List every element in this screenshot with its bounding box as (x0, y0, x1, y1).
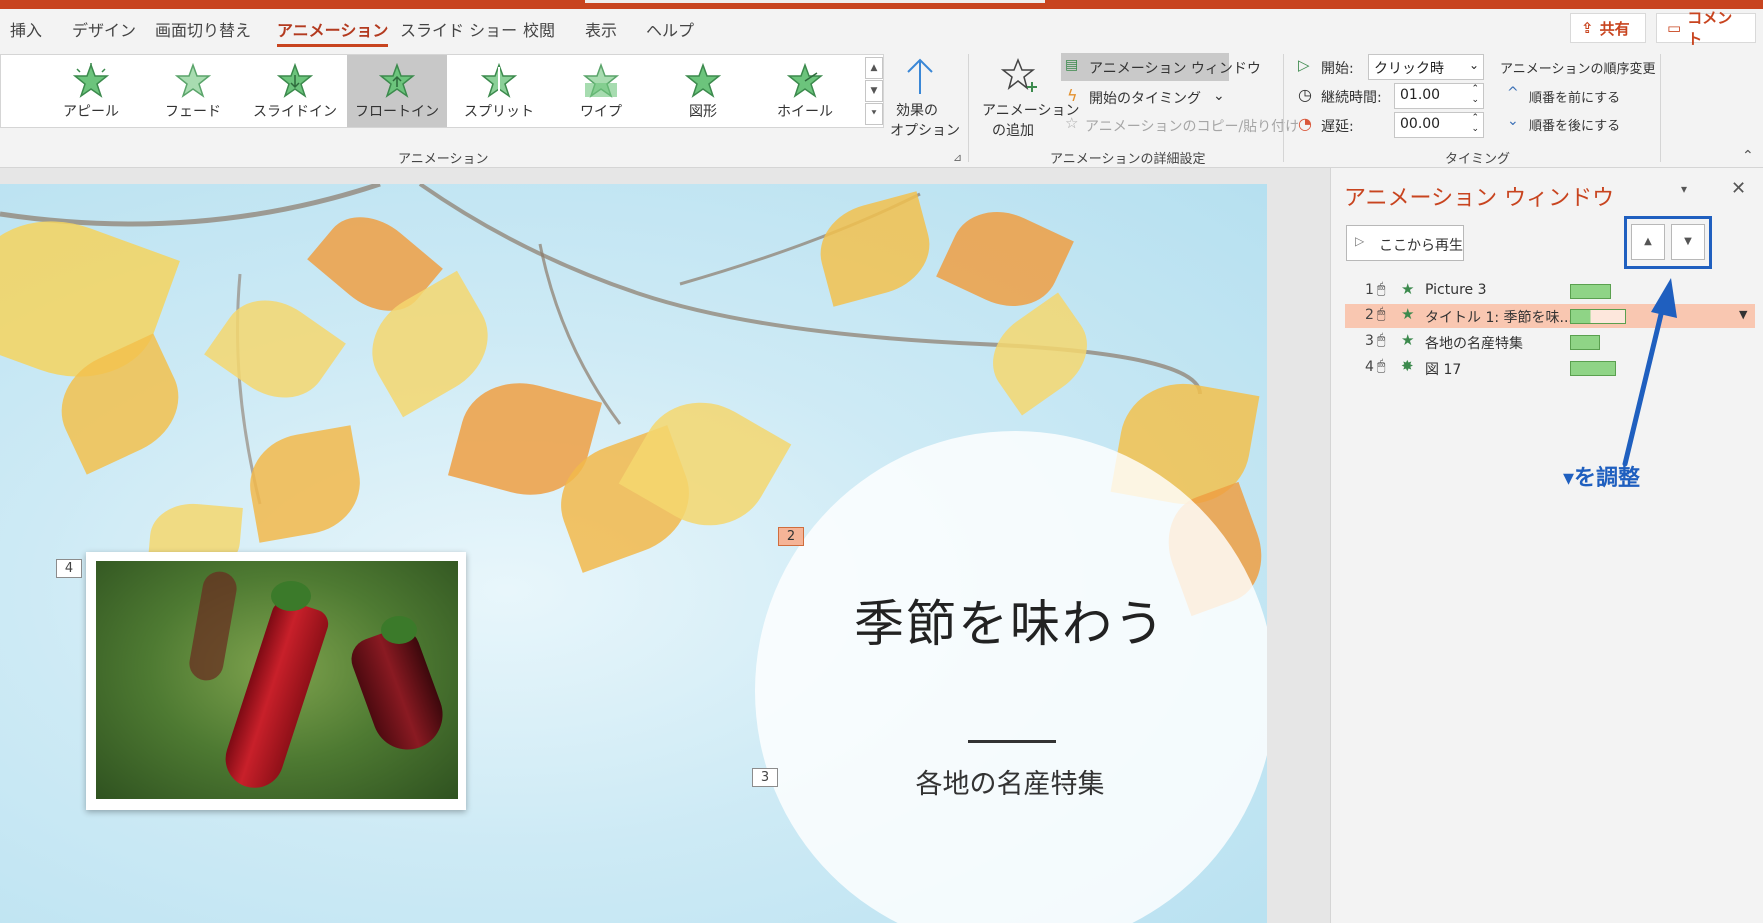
float-in-star-icon (379, 63, 415, 98)
effect-shape[interactable]: 図形 (653, 55, 753, 127)
play-triangle-icon: ▷ (1298, 56, 1310, 74)
delay-clock-icon: ◔ (1298, 114, 1312, 133)
wipe-star-icon (583, 63, 619, 98)
gallery-scroll-up-button[interactable]: ▲ (865, 57, 883, 79)
effect-fade[interactable]: フェード (143, 55, 243, 127)
tab-design[interactable]: デザイン (72, 17, 136, 41)
entrance-star-icon: ★ (1401, 280, 1415, 298)
annotation-label: ▾を調整 (1563, 466, 1641, 491)
annotation-arrow (1622, 278, 1677, 467)
wheel-star-icon (787, 63, 823, 98)
animation-group-label: アニメーション (398, 152, 489, 167)
mouse-icon: 🖱 (1377, 332, 1386, 348)
window-title-strip (0, 0, 1763, 9)
play-from-button[interactable]: ▷ ここから再生 (1346, 225, 1464, 261)
appear-star-icon (73, 63, 109, 98)
tab-help[interactable]: ヘルプ (646, 17, 694, 41)
add-star-icon (1000, 57, 1037, 92)
comment-button[interactable]: ▭ コメント (1656, 9, 1756, 48)
up-arrow-icon (907, 58, 933, 94)
tab-transitions[interactable]: 画面切り替え (155, 17, 251, 41)
animation-pane-button[interactable]: ▤ アニメーション ウィンドウ (1061, 53, 1261, 81)
tab-slideshow[interactable]: スライド ショー (400, 17, 517, 41)
split-star-icon (481, 63, 517, 98)
tab-review[interactable]: 校閲 (523, 17, 555, 41)
ribbon: アピール フェード スライドイン フロートイン スプリット ワイプ 図形 ホイー… (0, 50, 1763, 168)
play-icon: ▷ (1355, 234, 1365, 248)
duration-stepper[interactable]: 01.00 ⌃ ⌄ (1394, 83, 1484, 109)
share-icon: ⇪ (1581, 19, 1594, 37)
gallery-scroll-down-button[interactable]: ▼ (865, 80, 883, 102)
effect-wheel[interactable]: ホイール (755, 55, 855, 127)
move-up-button[interactable]: ▲ (1631, 224, 1665, 260)
animation-tag-subtitle[interactable]: 3 (752, 768, 778, 787)
delay-stepper[interactable]: 00.00 ⌃ ⌄ (1394, 112, 1484, 138)
animation-gallery: アピール フェード スライドイン フロートイン スプリット ワイプ 図形 ホイー… (0, 54, 884, 128)
item-dropdown-icon[interactable]: ▼ (1739, 308, 1747, 321)
lightning-icon: ϟ (1067, 86, 1078, 105)
clock-icon: ◷ (1298, 85, 1312, 104)
mouse-icon: 🖱 (1377, 358, 1386, 374)
pane-options-icon[interactable]: ▾ (1681, 182, 1687, 196)
pepper-photo (96, 561, 458, 799)
triangle-up-icon: ▲ (1644, 236, 1652, 247)
animation-tag-picture[interactable]: 4 (56, 559, 82, 578)
reorder-label: アニメーションの順序変更 (1500, 62, 1656, 77)
move-down-button[interactable]: ▼ (1671, 224, 1705, 260)
move-earlier-button[interactable]: ^ 順番を前にする (1505, 85, 1645, 107)
effect-wipe[interactable]: ワイプ (551, 55, 651, 127)
advanced-group-label: アニメーションの詳細設定 (1050, 152, 1206, 167)
trigger-button[interactable]: ϟ 開始のタイミング ⌄ (1061, 85, 1229, 109)
slide-canvas[interactable]: 季節を味わう 各地の名産特集 2 3 4 (0, 184, 1267, 923)
start-select[interactable]: クリック時 ⌄ (1368, 54, 1484, 80)
fly-in-star-icon (277, 63, 313, 98)
timing-group-label: タイミング (1445, 152, 1511, 167)
ribbon-tab-bar: 挿入 デザイン 画面切り替え アニメーション スライド ショー 校閲 表示 ヘル… (0, 9, 1763, 50)
mouse-icon: 🖱 (1377, 281, 1386, 297)
collapse-ribbon-icon[interactable]: ⌃ (1742, 148, 1754, 164)
animation-tag-title[interactable]: 2 (778, 527, 804, 546)
chevron-up-icon: ^ (1507, 85, 1519, 101)
effect-appear[interactable]: アピール (41, 55, 141, 127)
move-later-button[interactable]: ⌄ 順番を後にする (1505, 113, 1645, 135)
shape-star-icon (685, 63, 721, 98)
pepper-picture[interactable] (86, 552, 466, 810)
spinner-icon[interactable]: ⌃ ⌄ (1471, 84, 1479, 106)
tab-view[interactable]: 表示 (585, 17, 617, 41)
fade-star-icon (175, 63, 211, 98)
tab-animations[interactable]: アニメーション (277, 17, 389, 47)
title-circle-shape (755, 431, 1267, 923)
slide-editing-area: 季節を味わう 各地の名産特集 2 3 4 (0, 168, 1330, 923)
animation-pane: アニメーション ウィンドウ ▾ ✕ ▷ ここから再生 ▲ ▼ 1 🖱 ★ Pic… (1330, 168, 1763, 923)
appear-star-icon: ✸ (1401, 357, 1414, 375)
animation-pane-icon: ▤ (1065, 57, 1079, 73)
painter-star-icon: ☆ (1065, 114, 1079, 132)
entrance-star-icon: ★ (1401, 305, 1415, 323)
pane-title: アニメーション ウィンドウ (1344, 186, 1615, 211)
slide-subtitle[interactable]: 各地の名産特集 (880, 762, 1140, 801)
slide-title[interactable]: 季節を味わう (780, 584, 1240, 656)
effect-options-button[interactable]: 効果の オプション (890, 54, 960, 144)
dialog-launcher-icon[interactable]: ⊿ (953, 151, 962, 164)
tab-insert[interactable]: 挿入 (10, 17, 42, 41)
spinner-icon[interactable]: ⌃ ⌄ (1471, 113, 1479, 135)
triangle-down-icon: ▼ (1684, 236, 1692, 247)
mouse-icon: 🖱 (1377, 306, 1386, 322)
add-animation-button[interactable]: アニメーション の追加 (980, 54, 1079, 144)
entrance-star-icon: ★ (1401, 331, 1415, 349)
close-icon[interactable]: ✕ (1731, 178, 1746, 199)
share-button[interactable]: ⇪ 共有 (1570, 13, 1646, 43)
effect-float-in[interactable]: フロートイン (347, 55, 447, 127)
title-divider (968, 740, 1056, 743)
effect-fly-in[interactable]: スライドイン (245, 55, 345, 127)
gallery-more-button[interactable]: ⯆ (865, 103, 883, 125)
chevron-down-icon: ⌄ (1468, 58, 1479, 72)
chevron-down-icon: ⌄ (1213, 88, 1225, 104)
effect-split[interactable]: スプリット (449, 55, 549, 127)
comment-icon: ▭ (1667, 19, 1682, 37)
animation-painter-button[interactable]: ☆ アニメーションのコピー/貼り付け (1061, 113, 1299, 137)
chevron-down-icon: ⌄ (1507, 113, 1519, 129)
